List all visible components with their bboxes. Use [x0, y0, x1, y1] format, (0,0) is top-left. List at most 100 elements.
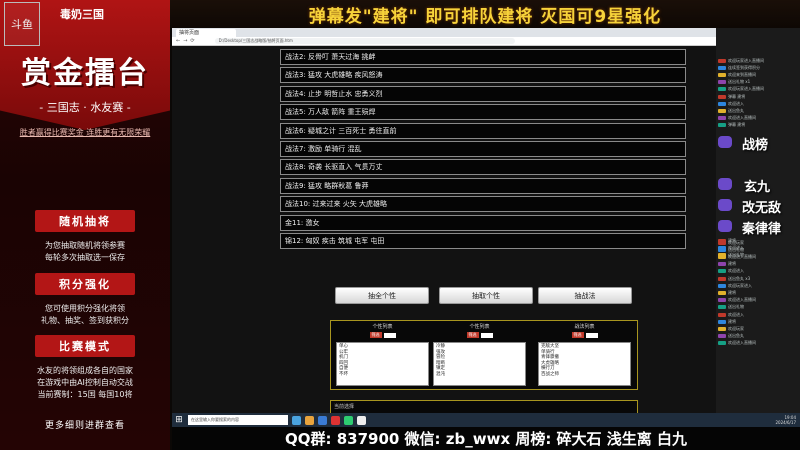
chat-message: 弹幕 建将: [718, 122, 798, 128]
level-badge-icon: [718, 238, 726, 243]
chat-message: 欢迎进入直播间: [718, 115, 798, 121]
draw-trait-button[interactable]: 抽取个性: [439, 287, 533, 304]
strategy-row: 战法10: 过来过来 火矢 大虎雄略: [280, 196, 686, 213]
chat-message: 欢迎玩家进入直播间: [718, 86, 798, 92]
filter-input[interactable]: [383, 332, 396, 338]
badge-icon: [718, 220, 732, 232]
chat-message: 欢迎进入: [718, 245, 798, 250]
level-badge-icon: [718, 123, 726, 128]
badge-icon: [718, 178, 732, 190]
taskbar-search[interactable]: 在这里输入你要搜索的内容: [188, 415, 288, 425]
level-badge-icon: [718, 116, 726, 121]
chat-text: 欢迎玩家进入: [728, 282, 752, 288]
rank-name-1: 玄九: [744, 180, 771, 195]
level-badge-icon: [718, 65, 726, 70]
tray-date: 2024/6/17: [775, 420, 796, 425]
bottom-banner: QQ群: 837900 微信: zb_wwx 周榜: 碎大石 浅生离 白九: [172, 427, 800, 450]
trait-list[interactable]: 单心 公牢 机门 四回 自便 不坏: [336, 342, 429, 386]
system-tray[interactable]: 19:04 2024/6/17: [775, 415, 800, 425]
chat-text: 送出礼物: [728, 251, 744, 257]
rank-label: 战榜: [742, 138, 769, 153]
list-item[interactable]: 混沌: [436, 372, 523, 378]
chat-text: 建将: [728, 237, 736, 243]
app-icon[interactable]: [344, 415, 353, 425]
filter-label: 筛选: [571, 332, 584, 338]
strategy-row: 锦12: 匈奴 疾击 筑城 屯军 屯田: [280, 232, 686, 249]
folder-icon[interactable]: [305, 415, 314, 425]
chat-message: 送出礼物 x1: [718, 79, 798, 85]
app-icon[interactable]: [331, 415, 340, 425]
draw-page: 战法2: 反骨叮 萧天过海 挑衅 战法3: 猛攻 大虎雄略 疾风怒涛 战法4: …: [172, 46, 716, 420]
browser-tabbar: 抽将页面: [172, 28, 716, 37]
top-banner: 弹幕发"建将" 即可排队建将 灭国可9星强化: [170, 0, 800, 28]
level-badge-icon: [718, 101, 726, 106]
filter-input[interactable]: [480, 332, 493, 338]
address-bar[interactable]: D:/Desktop/三国志战略版/抽将页面.htm: [214, 38, 515, 44]
taskview-icon[interactable]: [292, 415, 301, 425]
chat-message: 欢迎进入: [718, 268, 798, 274]
column-title: 个性列表: [372, 324, 393, 330]
badge-icon: [718, 136, 732, 148]
strategy-row: 战法5: 万人敌 箭阵 重王殒焊: [280, 104, 686, 121]
selection-panel: 个性列表 筛选 单心 公牢 机门 四回 自便 不坏 个性列表 筛选 冷静 强攻 …: [330, 320, 638, 390]
chat-message: 欢迎进入直播间: [718, 340, 798, 346]
forward-icon[interactable]: →: [183, 38, 187, 44]
section-line: 每轮多次抽取选一保存: [45, 253, 125, 262]
column-title: 战法列表: [574, 324, 595, 330]
level-badge-icon: [718, 72, 726, 77]
chat-text: 欢迎进入直播间: [728, 340, 756, 346]
section-line: 水友的将领组成各自的国家: [37, 366, 133, 375]
browser-tab[interactable]: 抽将页面: [176, 28, 236, 37]
strategy-row: 战法7: 激励 单骑行 混乱: [280, 140, 686, 157]
app-icon[interactable]: [357, 415, 366, 425]
level-badge-icon: [718, 312, 726, 317]
level-badge-icon: [718, 58, 726, 63]
level-badge-icon: [718, 252, 726, 257]
chat-text: 欢迎玩家进入直播间: [728, 86, 764, 92]
draw-skill-button[interactable]: 抽战法: [538, 287, 632, 304]
list-item[interactable]: 不坏: [339, 372, 426, 378]
level-badge-icon: [718, 269, 726, 274]
chat-text: 送出礼物: [728, 304, 744, 310]
back-icon[interactable]: ←: [176, 38, 180, 44]
trait-list[interactable]: 冷静 强攻 冒险 暗断 镇定 混沌: [433, 342, 526, 386]
chat-message: 欢迎玩家: [718, 326, 798, 331]
chat-message: 欢迎进入直播间: [718, 297, 798, 303]
skill-column: 战法列表 筛选 克敌大坚 单骑行 青锋骤撤 大虎雄略 横行刀 百战之师: [538, 323, 631, 386]
rank-name-2: 改无敌: [742, 201, 782, 216]
chat-text: 建将: [728, 261, 736, 267]
filter-label: 筛选: [466, 332, 479, 338]
browser-window: 抽将页面 ← → ⟳ D:/Desktop/三国志战略版/抽将页面.htm 战法…: [172, 28, 716, 420]
chat-message: 建将: [718, 238, 798, 243]
chat-text: 欢迎玩家: [728, 325, 744, 331]
chat-text: 欢迎进入直播间: [728, 115, 756, 121]
level-badge-icon: [718, 108, 726, 113]
chat-text: 欢迎玩家进入直播间: [728, 57, 764, 63]
badge-icon: [718, 199, 732, 211]
top-banner-text: 弹幕发"建将" 即可排队建将 灭国可9星强化: [308, 6, 662, 27]
strategy-row: 战法4: 止步 明哲止水 忠勇义烈: [280, 85, 686, 102]
level-badge-icon: [718, 245, 726, 250]
chat-message: 弹幕 建将: [718, 94, 798, 99]
chat-text: 送出鱼丸 x3: [728, 275, 751, 281]
level-badge-icon: [718, 276, 726, 281]
start-icon[interactable]: ⊞: [172, 413, 186, 427]
chat-text: 建将: [728, 289, 736, 295]
reload-icon[interactable]: ⟳: [190, 38, 194, 44]
chat-message: 连续签到获得积分: [718, 65, 798, 70]
strategy-list: 战法2: 反骨叮 萧天过海 挑衅 战法3: 猛攻 大虎雄略 疾风怒涛 战法4: …: [280, 49, 686, 251]
subtitle: - 三国志 · 水友赛 -: [39, 101, 131, 114]
skill-list[interactable]: 克敌大坚 单骑行 青锋骤撤 大虎雄略 横行刀 百战之师: [538, 342, 631, 386]
draw-all-button[interactable]: 抽全个性: [335, 287, 429, 304]
chat-message: 建将: [718, 261, 798, 267]
chat-text: 欢迎进入: [728, 244, 744, 250]
section-line: 礼物、抽奖、签到获积分: [41, 316, 129, 325]
list-item[interactable]: 百战之师: [541, 372, 628, 378]
chat-text: 连续签到获得积分: [728, 64, 760, 70]
filter-input[interactable]: [585, 332, 598, 338]
channel-name: 毒奶三国: [60, 8, 104, 21]
level-badge-icon: [718, 283, 726, 288]
level-badge-icon: [718, 87, 726, 92]
browser-icon[interactable]: [318, 415, 327, 425]
section-line: 您可使用积分强化将领: [45, 304, 125, 313]
